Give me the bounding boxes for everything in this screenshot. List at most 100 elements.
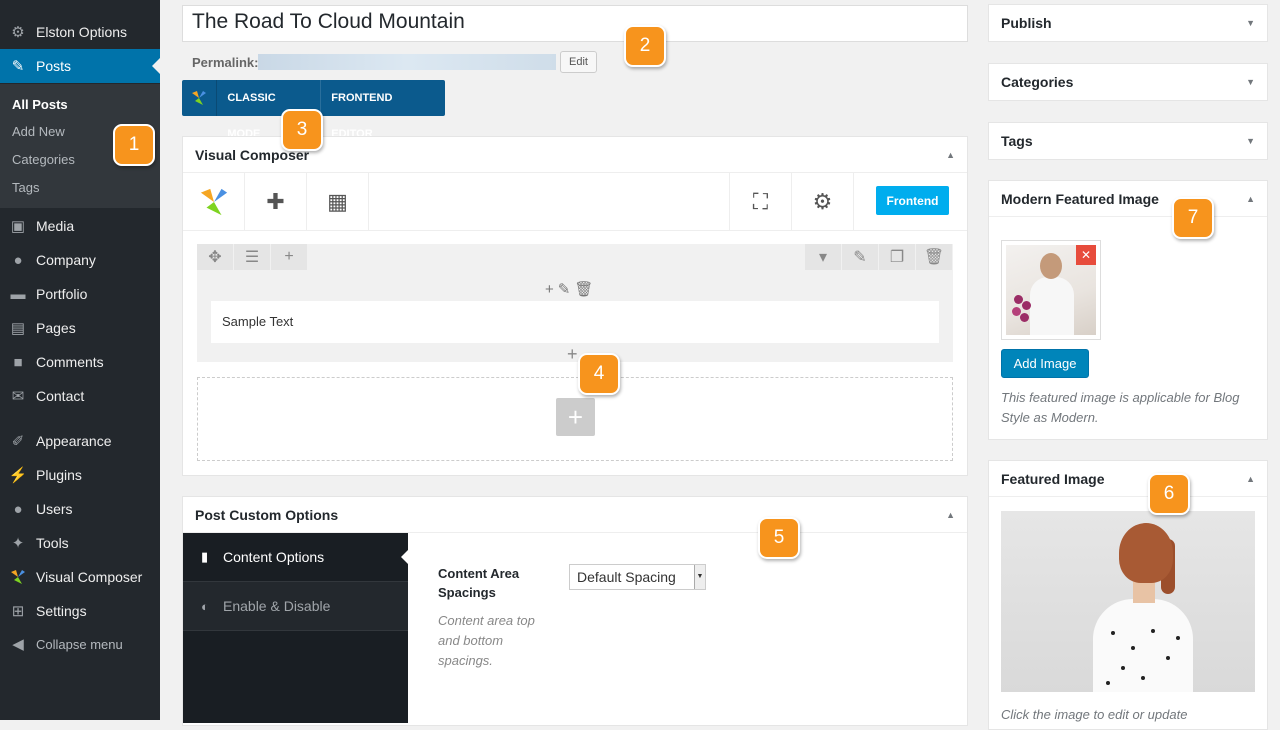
submenu-all-posts[interactable]: All Posts xyxy=(12,97,68,112)
collapse-up-icon[interactable]: ▲ xyxy=(946,137,955,173)
callout-badge-4: 4 xyxy=(578,353,620,395)
collapse-up-icon[interactable]: ▲ xyxy=(946,497,955,533)
chevron-down-icon[interactable]: ▼ xyxy=(1246,123,1255,159)
menu-tools[interactable]: ✦ Tools xyxy=(0,526,160,560)
document-icon: ▮ xyxy=(201,549,209,564)
menu-media[interactable]: ▣ Media xyxy=(0,209,160,243)
layout-icon[interactable]: ☰ xyxy=(234,244,270,270)
menu-posts[interactable]: ✎ Posts xyxy=(0,49,160,83)
gear-person-icon: ⚙ xyxy=(11,24,25,41)
callout-badge-5: 5 xyxy=(758,517,800,559)
post-custom-options-box: Post Custom Options ▲ ▮ Content Options ◐ E… xyxy=(182,496,968,726)
remove-image-icon[interactable]: ✕ xyxy=(1076,245,1096,265)
menu-pages[interactable]: ▤ Pages xyxy=(0,311,160,345)
menu-settings[interactable]: ⊞ Settings xyxy=(0,594,160,628)
add-element-icon[interactable]: ✚ xyxy=(245,173,307,230)
pco-box-title: Post Custom Options ▲ xyxy=(183,497,967,533)
mfi-thumbnail[interactable]: ✕ xyxy=(1001,240,1101,340)
menu-visual-composer[interactable]: Visual Composer xyxy=(0,560,160,594)
featured-image-photo[interactable] xyxy=(1001,511,1255,692)
vc-logo-icon xyxy=(0,569,36,585)
chevron-down-icon[interactable]: ▼ xyxy=(1246,64,1255,100)
collapse-arrow-icon: ◀ xyxy=(12,636,24,653)
menu-contact[interactable]: ✉ Contact xyxy=(0,379,160,413)
permalink-edit-button[interactable]: Edit xyxy=(560,51,597,73)
row-right-controls: ▾ ✎ ❐ 🗑 xyxy=(805,244,953,270)
menu-comments[interactable]: ■ Comments xyxy=(0,345,160,379)
settings-icon: ⊞ xyxy=(11,603,25,620)
frontend-button[interactable]: Frontend xyxy=(876,186,949,215)
tab-content-options[interactable]: ▮ Content Options xyxy=(183,533,408,582)
select-arrow-icon: ▼ xyxy=(694,565,705,589)
vc-row: ✥ ☰ + ▾ ✎ ❐ 🗑 +✎🗑 Sample Text + xyxy=(197,244,953,365)
group-icon: ● xyxy=(13,251,23,269)
folder-icon: ▬ xyxy=(10,285,26,303)
comment-icon: ■ xyxy=(13,353,23,371)
user-icon: ● xyxy=(13,500,23,518)
callout-badge-3: 3 xyxy=(281,109,323,151)
media-icon: ▣ xyxy=(10,218,26,235)
tags-box[interactable]: Tags ▼ xyxy=(988,122,1268,160)
admin-sidebar: ⚙ Elston Options ✎ Posts All Posts Add New… xyxy=(0,0,160,720)
collapse-menu[interactable]: ◀ Collapse menu xyxy=(0,627,160,661)
mfi-note: This featured image is applicable for Bl… xyxy=(1001,390,1240,425)
publish-box[interactable]: Publish ▼ xyxy=(988,4,1268,42)
chevron-down-icon[interactable]: ▼ xyxy=(1246,5,1255,41)
permalink-label: Permalink: xyxy=(192,55,259,70)
menu-portfolio[interactable]: ▬ Portfolio xyxy=(0,277,160,311)
featured-image-box: Featured Image ▲ Click the image to edit … xyxy=(988,460,1268,730)
template-icon[interactable]: ▦ xyxy=(307,173,369,230)
pencil-icon[interactable]: ✎ xyxy=(842,244,878,270)
collapse-up-icon[interactable]: ▲ xyxy=(1246,181,1255,217)
menu-plugins[interactable]: ⚡ Plugins xyxy=(0,458,160,492)
visual-composer-box: Visual Composer ▲ ✚ ▦ ⛶ ⚙ Frontend ✥ ☰ + ▾ ✎… xyxy=(182,136,968,476)
menu-users[interactable]: ● Users xyxy=(0,492,160,526)
add-image-button[interactable]: Add Image xyxy=(1001,349,1089,378)
content-spacing-select[interactable]: Default Spacing ▼ xyxy=(569,564,706,590)
fullscreen-icon[interactable]: ⛶ xyxy=(729,173,791,230)
pages-icon: ▤ xyxy=(10,320,26,337)
modern-featured-image-box: Modern Featured Image ▲ ✕ Add Image This … xyxy=(988,180,1268,440)
post-title-input[interactable]: The Road To Cloud Mountain xyxy=(182,5,968,42)
copy-icon[interactable]: ❐ xyxy=(879,244,915,270)
callout-badge-6: 6 xyxy=(1148,473,1190,515)
element-controls[interactable]: +✎🗑 xyxy=(545,280,597,298)
brush-icon: ✐ xyxy=(11,433,25,450)
add-column-icon[interactable]: + xyxy=(271,244,307,270)
callout-badge-7: 7 xyxy=(1172,197,1214,239)
categories-title: Categories ▼ xyxy=(989,64,1267,100)
mfi-title: Modern Featured Image ▲ xyxy=(989,181,1267,217)
submenu-add-new[interactable]: Add New xyxy=(12,124,65,139)
submenu-categories[interactable]: Categories xyxy=(12,152,75,167)
frontend-editor-button[interactable]: FRONTEND EDITOR xyxy=(321,80,445,140)
publish-title: Publish ▼ xyxy=(989,5,1267,41)
trash-icon[interactable]: 🗑 xyxy=(916,244,952,270)
pin-icon: ✎ xyxy=(11,58,25,75)
content-spacing-description: Content area top and bottom spacings. xyxy=(438,613,535,668)
submenu-tags[interactable]: Tags xyxy=(12,180,39,195)
mail-icon: ✉ xyxy=(11,388,25,405)
menu-elston-options[interactable]: ⚙ Elston Options xyxy=(0,15,160,49)
vc-toolbar: ✚ ▦ ⛶ ⚙ Frontend xyxy=(183,173,967,231)
add-row-plus-icon[interactable]: + xyxy=(556,398,595,436)
plug-icon: ⚡ xyxy=(8,467,28,484)
row-left-controls: ✥ ☰ + xyxy=(197,244,308,270)
menu-company[interactable]: ● Company xyxy=(0,243,160,277)
pco-tabs: ▮ Content Options ◐ Enable & Disable xyxy=(183,533,408,723)
tab-enable-disable[interactable]: ◐ Enable & Disable xyxy=(183,582,408,631)
chevron-down-icon[interactable]: ▾ xyxy=(805,244,841,270)
vc-logo-icon xyxy=(182,80,218,116)
add-element-plus-icon[interactable]: + xyxy=(567,344,578,365)
text-block[interactable]: Sample Text xyxy=(211,301,939,343)
content-spacing-label: Content Area Spacings xyxy=(438,566,520,600)
move-icon[interactable]: ✥ xyxy=(197,244,233,270)
empty-row-dropzone[interactable]: + xyxy=(197,377,953,461)
callout-badge-2: 2 xyxy=(624,25,666,67)
categories-box[interactable]: Categories ▼ xyxy=(988,63,1268,101)
menu-appearance[interactable]: ✐ Appearance xyxy=(0,424,160,458)
settings-gear-icon[interactable]: ⚙ xyxy=(791,173,853,230)
collapse-up-icon[interactable]: ▲ xyxy=(1246,461,1255,497)
tags-title: Tags ▼ xyxy=(989,123,1267,159)
permalink-url[interactable] xyxy=(258,54,556,70)
toggle-icon: ◐ xyxy=(201,598,209,614)
